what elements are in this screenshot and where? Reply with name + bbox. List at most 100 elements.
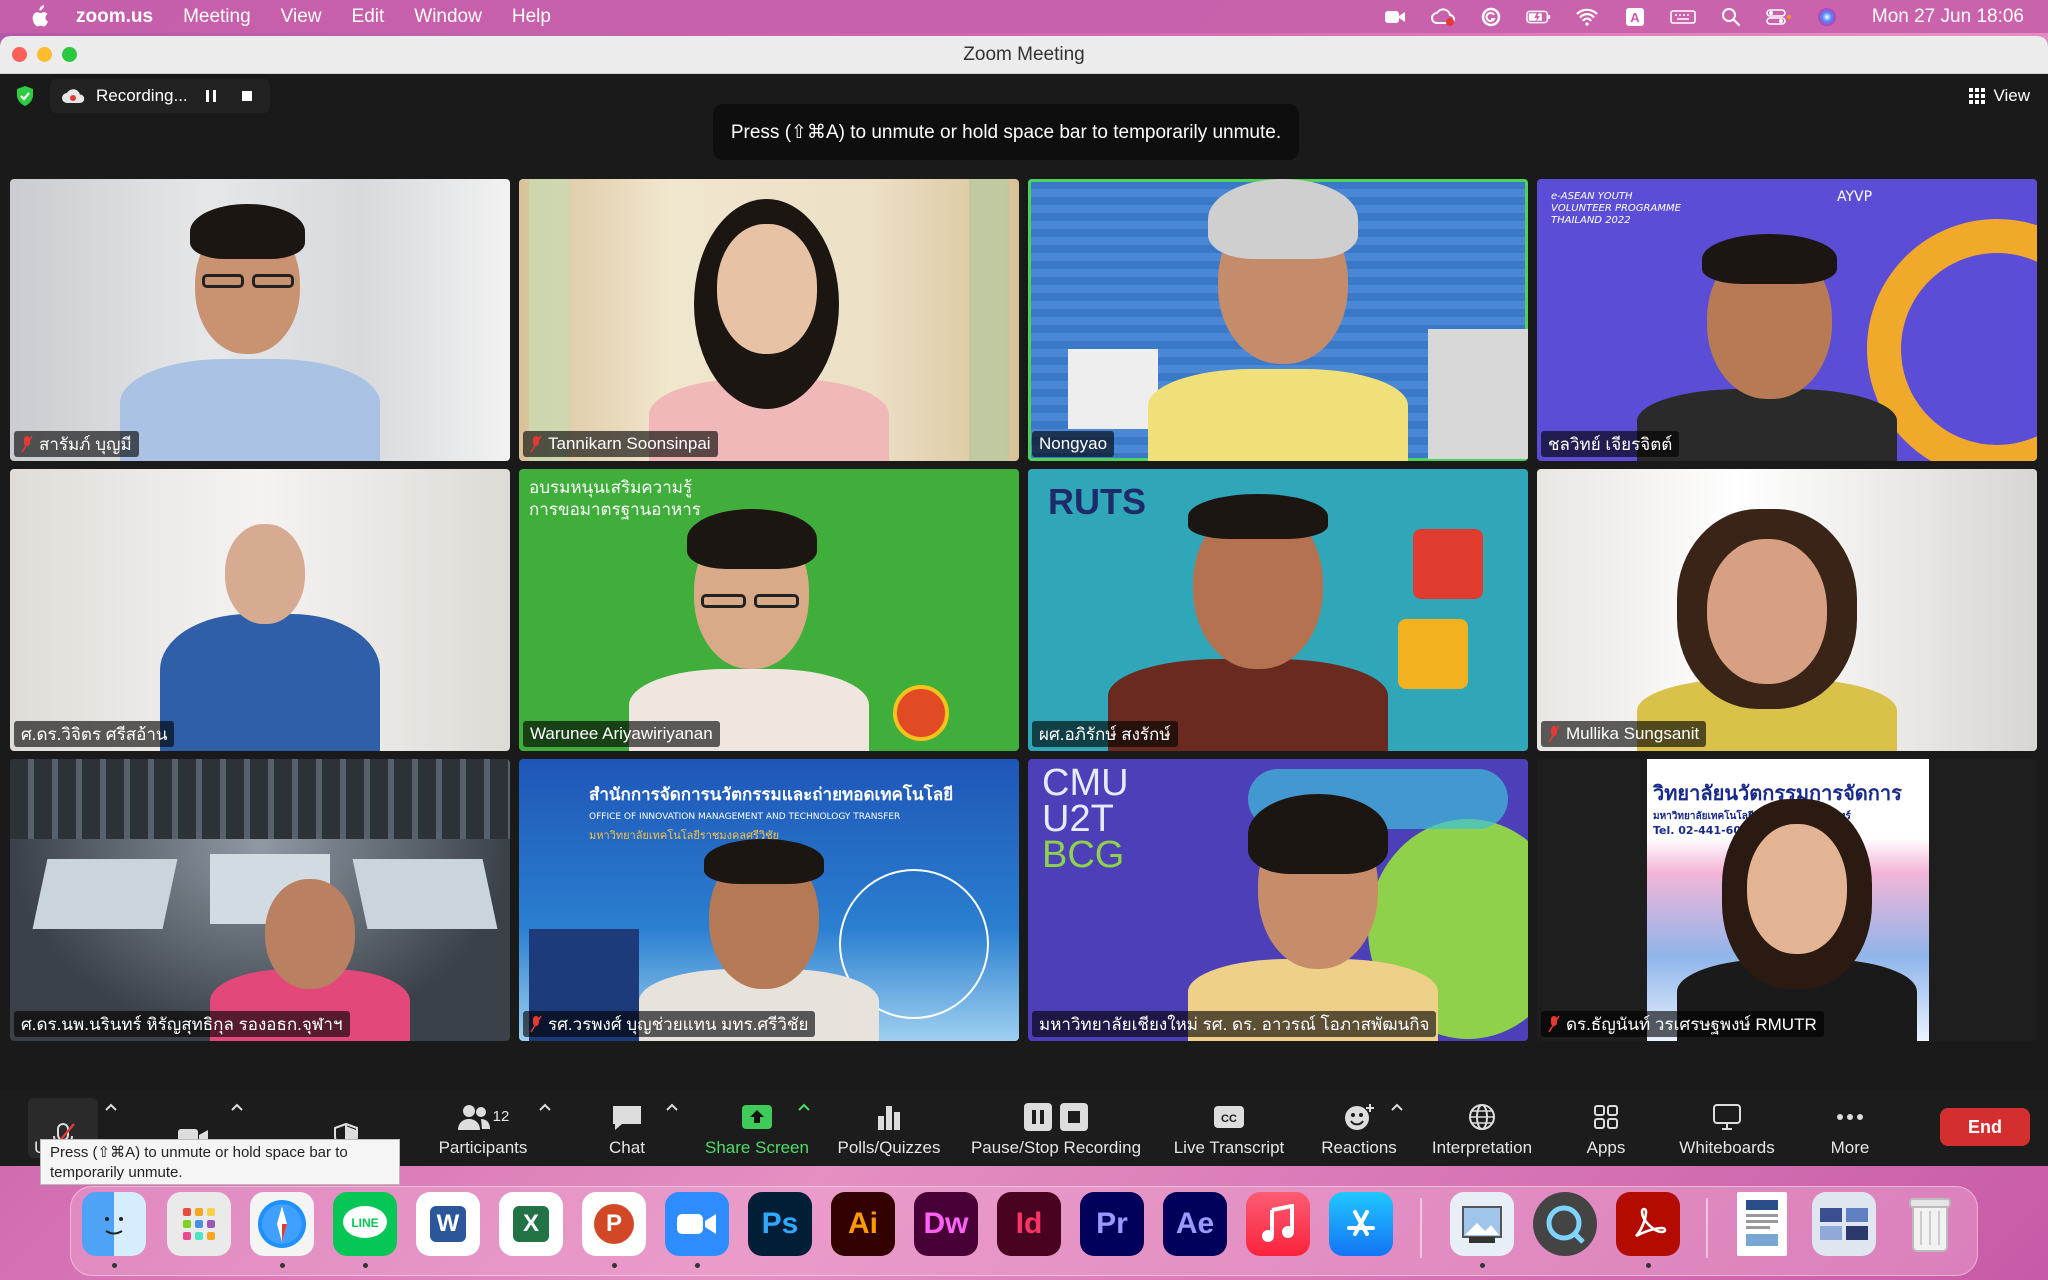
live-transcript-button[interactable]: CC Live Transcript xyxy=(1166,1098,1292,1158)
premiere-pro-icon[interactable]: Pr xyxy=(1080,1192,1144,1256)
video-tile[interactable]: สารัมภ์ บุญมี xyxy=(10,179,510,461)
dreamweaver-icon[interactable]: Dw xyxy=(914,1192,978,1256)
siri-icon[interactable] xyxy=(1814,7,1840,27)
end-meeting-button[interactable]: End xyxy=(1940,1108,2030,1146)
pause-stop-recording-button[interactable]: Pause/Stop Recording xyxy=(964,1098,1148,1158)
video-tile[interactable]: Tannikarn Soonsinpai xyxy=(519,179,1019,461)
wifi-icon[interactable] xyxy=(1574,7,1600,27)
whiteboards-label: Whiteboards xyxy=(1679,1138,1775,1157)
spotlight-search-icon[interactable] xyxy=(1718,7,1744,27)
video-tile[interactable]: ศ.ดร.วิจิตร ศรีสอ้าน xyxy=(10,469,510,751)
whiteboards-button[interactable]: Whiteboards xyxy=(1674,1098,1780,1158)
encryption-shield-icon[interactable] xyxy=(14,85,36,107)
participant-name-tag: รศ.วรพงศ์ บุญช่วยแทน มทร.ศรีวิชัย xyxy=(523,1011,816,1037)
audio-options-chevron-icon[interactable] xyxy=(104,1102,118,1112)
grammarly-icon[interactable] xyxy=(1478,7,1504,27)
quicktime-icon[interactable] xyxy=(1533,1192,1597,1256)
input-source-icon[interactable]: A xyxy=(1622,7,1648,27)
document-thumbnail-icon[interactable] xyxy=(1737,1192,1787,1256)
menu-window[interactable]: Window xyxy=(414,6,482,28)
preview-icon[interactable] xyxy=(1450,1192,1514,1256)
recording-indicator: Recording... xyxy=(50,79,270,113)
share-options-chevron-icon[interactable] xyxy=(797,1102,811,1112)
participant-name: Mullika Sungsanit xyxy=(1566,724,1700,743)
battery-icon[interactable] xyxy=(1526,7,1552,27)
keyboard-icon[interactable] xyxy=(1670,7,1696,27)
control-center-icon[interactable] xyxy=(1766,7,1792,27)
microsoft-excel-icon[interactable]: X xyxy=(499,1192,563,1256)
trash-icon[interactable] xyxy=(1898,1192,1962,1256)
finder-icon[interactable] xyxy=(82,1192,146,1256)
line-app-icon[interactable]: LINE xyxy=(333,1192,397,1256)
microsoft-powerpoint-icon[interactable]: P xyxy=(582,1192,646,1256)
video-tile[interactable]: CMU U2T BCG มหาวิทยาลัยเชียงใหม่ รศ. ดร.… xyxy=(1028,759,1528,1041)
illustrator-icon[interactable]: Ai xyxy=(831,1192,895,1256)
after-effects-icon[interactable]: Ae xyxy=(1163,1192,1227,1256)
participants-count: 12 xyxy=(492,1107,510,1125)
polls-quizzes-button[interactable]: Polls/Quizzes xyxy=(832,1098,946,1158)
participant-name: ผศ.อภิรักษ์ สงรักษ์ xyxy=(1039,724,1171,744)
menubar-clock[interactable]: Mon 27 Jun 18:06 xyxy=(1872,6,2024,28)
video-tile[interactable]: ศ.ดร.นพ.นรินทร์ หิรัญสุทธิกุล รองอธก.จุฬ… xyxy=(10,759,510,1041)
apps-icon xyxy=(1594,1105,1618,1129)
menu-app-name[interactable]: zoom.us xyxy=(76,6,153,28)
safari-icon[interactable] xyxy=(250,1192,314,1256)
menu-edit[interactable]: Edit xyxy=(352,6,385,28)
window-title: Zoom Meeting xyxy=(963,43,1085,65)
participant-name-tag: ศ.ดร.วิจิตร ศรีสอ้าน xyxy=(14,721,175,747)
banner-line: e-ASEAN YOUTH xyxy=(1551,191,1633,202)
participant-name: ศ.ดร.นพ.นรินทร์ หิรัญสุทธิกุล รองอธก.จุฬ… xyxy=(21,1014,343,1034)
banner-line: CMU xyxy=(1042,762,1129,804)
participant-name: มหาวิทยาลัยเชียงใหม่ รศ. ดร. อาวรณ์ โอภา… xyxy=(1039,1014,1430,1034)
reactions-label: Reactions xyxy=(1321,1138,1397,1157)
participant-video xyxy=(639,189,899,461)
pause-recording-icon[interactable] xyxy=(198,83,224,109)
menu-view[interactable]: View xyxy=(281,6,322,28)
unmute-hint-toast: Press (⇧⌘A) to unmute or hold space bar … xyxy=(713,104,1299,160)
excel-glyph: X xyxy=(513,1206,549,1242)
ppt-glyph: P xyxy=(594,1204,634,1244)
participant-video xyxy=(120,189,380,461)
participant-name-tag: Mullika Sungsanit xyxy=(1541,721,1707,747)
view-button[interactable]: View xyxy=(1969,86,2030,106)
stop-recording-icon[interactable] xyxy=(234,83,260,109)
zoom-tray-icon[interactable] xyxy=(1382,7,1408,27)
reactions-options-chevron-icon[interactable] xyxy=(1390,1102,1404,1112)
interpretation-button[interactable]: Interpretation xyxy=(1424,1098,1540,1158)
more-button[interactable]: More xyxy=(1820,1098,1880,1158)
chat-button[interactable]: Chat xyxy=(600,1098,654,1158)
mic-muted-icon xyxy=(1548,1015,1560,1033)
acrobat-reader-icon[interactable] xyxy=(1616,1192,1680,1256)
video-tile-active-speaker[interactable]: Nongyao xyxy=(1028,179,1528,461)
chat-options-chevron-icon[interactable] xyxy=(665,1102,679,1112)
participants-options-chevron-icon[interactable] xyxy=(538,1102,552,1112)
ayvp-logo: AYVP xyxy=(1837,189,1873,205)
app-store-icon[interactable] xyxy=(1329,1192,1393,1256)
microsoft-word-icon[interactable]: W xyxy=(416,1192,480,1256)
apps-button[interactable]: Apps xyxy=(1576,1098,1636,1158)
video-tile[interactable]: RUTS ผศ.อภิรักษ์ สงรักษ์ xyxy=(1028,469,1528,751)
music-icon[interactable] xyxy=(1246,1192,1310,1256)
participant-name: Nongyao xyxy=(1039,434,1108,453)
menu-help[interactable]: Help xyxy=(512,6,551,28)
menu-meeting[interactable]: Meeting xyxy=(183,6,251,28)
apple-icon[interactable] xyxy=(28,4,50,29)
screenshot-stack-icon[interactable] xyxy=(1812,1192,1876,1256)
banner-line: สำนักการจัดการนวัตกรรมและถ่ายทอดเทคโนโลย… xyxy=(589,785,954,805)
video-options-chevron-icon[interactable] xyxy=(230,1102,244,1112)
video-tile[interactable]: สำนักการจัดการนวัตกรรมและถ่ายทอดเทคโนโลย… xyxy=(519,759,1019,1041)
participants-button[interactable]: 12 Participants xyxy=(430,1098,536,1158)
zoom-icon[interactable] xyxy=(665,1192,729,1256)
video-tile[interactable]: อบรมหนุนเสริมความรู้ การขอมาตรฐานอาหาร W… xyxy=(519,469,1019,751)
video-tile[interactable]: e-ASEAN YOUTH VOLUNTEER PROGRAMME THAILA… xyxy=(1537,179,2037,461)
launchpad-icon[interactable] xyxy=(167,1192,231,1256)
participant-video xyxy=(160,519,380,751)
creative-cloud-icon[interactable] xyxy=(1430,7,1456,27)
view-label: View xyxy=(1993,86,2030,105)
globe-icon xyxy=(1469,1104,1495,1130)
photoshop-icon[interactable]: Ps xyxy=(748,1192,812,1256)
participant-video xyxy=(609,499,889,751)
indesign-icon[interactable]: Id xyxy=(997,1192,1061,1256)
video-tile[interactable]: Mullika Sungsanit xyxy=(1537,469,2037,751)
video-tile[interactable]: วิทยาลัยนวัตกรรมการจัดการ มหาวิทยาลัยเทค… xyxy=(1537,759,2037,1041)
